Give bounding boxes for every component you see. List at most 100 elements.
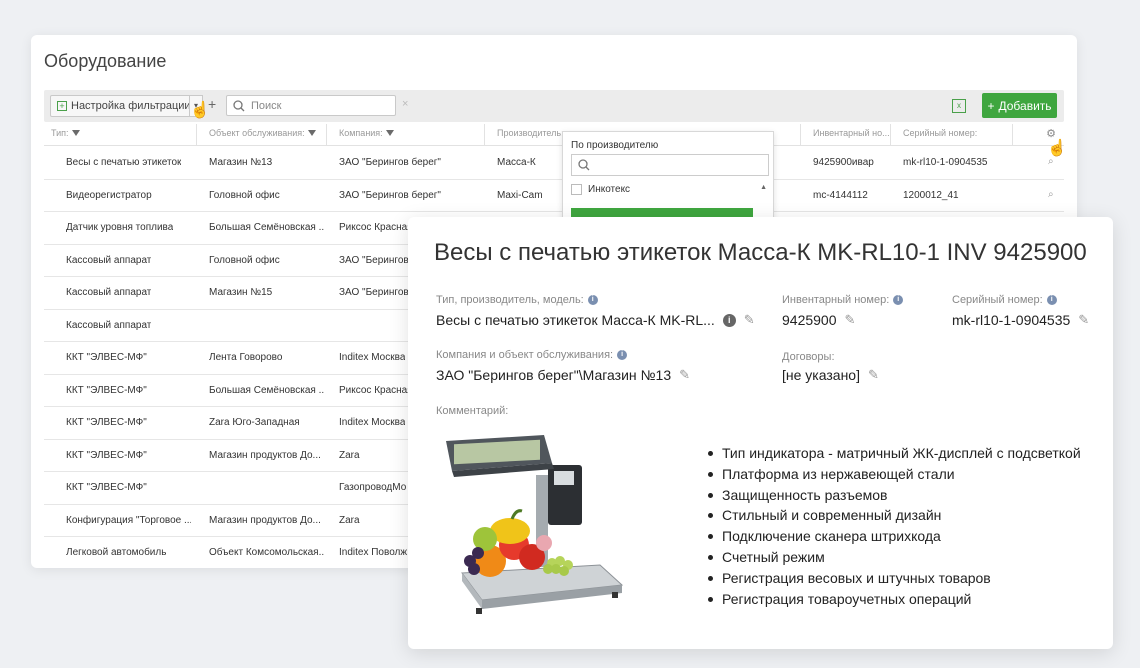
add-plus-icon: + xyxy=(987,98,995,113)
cell-object: Магазин продуктов До... xyxy=(209,514,321,526)
cell-type: Легковой автомобиль xyxy=(66,547,167,558)
cell-company: ГазопроводМо xyxy=(339,482,407,493)
cell-object: Лента Говорово xyxy=(209,352,283,363)
serial-label-text: Серийный номер: xyxy=(952,294,1043,306)
company-value-text: ЗАО "Берингов берег"\Магазин №13 xyxy=(436,367,672,383)
column-object[interactable]: Объект обслуживания: xyxy=(209,128,316,138)
feature-item: Защищенность разъемов xyxy=(708,487,1081,508)
column-inventory[interactable]: Инвентарный но... xyxy=(813,128,890,138)
cell-type: Датчик уровня топлива xyxy=(66,222,174,233)
add-button[interactable]: + Добавить xyxy=(982,93,1057,118)
info-icon[interactable]: i xyxy=(587,295,598,305)
type-value: Весы с печатью этикеток Масса-К MK-RL...… xyxy=(436,312,755,328)
serial-value: mk-rl10-1-0904535 ✎ xyxy=(952,312,1089,328)
search-placeholder: Поиск xyxy=(251,99,282,112)
info-icon[interactable]: i xyxy=(617,350,628,360)
inventory-value: 9425900 ✎ xyxy=(782,312,855,328)
column-maker-label: Производитель: xyxy=(497,128,564,138)
clear-search-icon[interactable]: × xyxy=(402,98,408,110)
column-company[interactable]: Компания: xyxy=(339,128,394,138)
dropdown-title: По производителю xyxy=(571,140,659,151)
table-header: Тип: Объект обслуживания: Компания: Прои… xyxy=(44,124,1064,146)
cell-type: ККТ "ЭЛВЕС-МФ" xyxy=(66,417,147,428)
filter-icon[interactable] xyxy=(385,130,394,136)
filter-icon[interactable] xyxy=(71,130,80,136)
search-input[interactable]: Поиск xyxy=(226,95,396,116)
inventory-label-text: Инвентарный номер: xyxy=(782,294,890,306)
cell-serial: 1200012_41 xyxy=(903,189,959,201)
type-label: Тип, производитель, модель: i xyxy=(436,294,598,306)
dropdown-option-label: Инкотекс xyxy=(588,184,631,195)
cell-company: ЗАО "Берингов xyxy=(339,254,409,266)
cell-type: ККТ "ЭЛВЕС-МФ" xyxy=(66,449,147,461)
cell-company: Риксос Красная xyxy=(339,384,413,396)
cell-object: Магазин №15 xyxy=(209,287,273,298)
cell-company: Zara xyxy=(339,449,360,461)
info-icon[interactable]: i xyxy=(1046,295,1057,305)
cell-type: Видеорегистратор xyxy=(66,189,152,201)
view-details-icon[interactable]: ⌕ xyxy=(1048,189,1054,200)
edit-icon[interactable]: ✎ xyxy=(845,312,856,328)
cell-company: Inditex Москва xyxy=(339,352,406,363)
column-company-label: Компания: xyxy=(339,128,383,138)
type-label-text: Тип, производитель, модель: xyxy=(436,294,584,306)
search-icon xyxy=(578,159,590,171)
cell-type: Кассовый аппарат xyxy=(66,287,152,298)
cell-company: Inditex Москва xyxy=(339,417,406,428)
cell-company: ЗАО "Берингов xyxy=(339,287,409,298)
cell-serial: mk-rl10-1-0904535 xyxy=(903,157,988,168)
checkbox[interactable] xyxy=(571,184,582,195)
feature-item: Регистрация товароучетных операций xyxy=(708,591,1081,612)
cell-type: ККТ "ЭЛВЕС-МФ" xyxy=(66,352,147,363)
filter-icon[interactable] xyxy=(307,130,316,136)
excel-export-icon[interactable]: x xyxy=(952,99,966,113)
info-icon[interactable]: i xyxy=(893,295,904,305)
column-maker[interactable]: Производитель: xyxy=(497,128,564,138)
column-serial-label: Серийный номер: xyxy=(903,128,978,138)
contracts-label: Договоры: xyxy=(782,351,835,363)
page-title: Оборудование xyxy=(44,51,167,71)
serial-label: Серийный номер: i xyxy=(952,294,1057,306)
cell-object: Магазин продуктов До... xyxy=(209,449,321,461)
cell-type: ККТ "ЭЛВЕС-МФ" xyxy=(66,482,147,493)
feature-item: Тип индикатора - матричный ЖК-дисплей с … xyxy=(708,445,1081,466)
column-inventory-label: Инвентарный но... xyxy=(813,128,890,138)
edit-icon[interactable]: ✎ xyxy=(1078,312,1089,328)
company-label-text: Компания и объект обслуживания: xyxy=(436,349,614,361)
cell-type: Конфигурация "Торговое ... xyxy=(66,514,191,526)
feature-item: Подключение сканера штрихкода xyxy=(708,528,1081,549)
cell-inv: 9425900ивар xyxy=(813,157,874,168)
filter-settings-button[interactable]: + Настройка фильтрации xyxy=(50,95,198,117)
cell-object: Головной офис xyxy=(209,254,280,266)
detail-title: Весы с печатью этикеток Масса-К MK-RL10-… xyxy=(434,239,1087,266)
dropdown-option[interactable]: Инкотекс xyxy=(571,184,630,195)
type-value-text: Весы с печатью этикеток Масса-К MK-RL... xyxy=(436,312,715,328)
hand-cursor-icon: ☝ xyxy=(190,102,210,119)
cell-object: Головной офис xyxy=(209,189,280,201)
inventory-value-text: 9425900 xyxy=(782,312,837,328)
add-label: Добавить xyxy=(998,98,1052,113)
filter-settings-label: Настройка фильтрации xyxy=(71,100,191,112)
contracts-label-text: Договоры: xyxy=(782,351,835,363)
edit-icon[interactable]: ✎ xyxy=(679,367,690,383)
feature-list: Тип индикатора - матричный ЖК-дисплей с … xyxy=(708,445,1081,611)
cell-maker: Maxi-Cam xyxy=(497,189,543,201)
feature-item: Платформа из нержавеющей стали xyxy=(708,466,1081,487)
comment-label-text: Комментарий: xyxy=(436,405,509,417)
edit-icon[interactable]: ✎ xyxy=(868,367,879,383)
column-type[interactable]: Тип: xyxy=(51,128,80,138)
scroll-up-icon[interactable]: ▲ xyxy=(760,184,767,191)
column-serial[interactable]: Серийный номер: xyxy=(903,128,977,138)
dropdown-search-input[interactable] xyxy=(571,154,769,176)
cell-type: Кассовый аппарат xyxy=(66,254,152,266)
cell-object: Большая Семёновская ... xyxy=(209,384,324,396)
cell-company: Inditex Поволж xyxy=(339,547,408,558)
edit-icon[interactable]: ✎ xyxy=(744,312,755,328)
cell-object: Объект Комсомольская... xyxy=(209,547,324,558)
cell-type: Кассовый аппарат xyxy=(66,319,152,331)
cell-inv: mc-4144112 xyxy=(813,189,868,201)
info-icon[interactable]: i xyxy=(722,313,736,327)
column-type-label: Тип: xyxy=(51,128,69,138)
table-row[interactable]: Видеорегистратор Головной офис ЗАО "Беринг… xyxy=(44,180,1064,212)
table-row[interactable]: Весы с печатью этикеток Магазин №13 ЗАО "Б… xyxy=(44,147,1064,180)
